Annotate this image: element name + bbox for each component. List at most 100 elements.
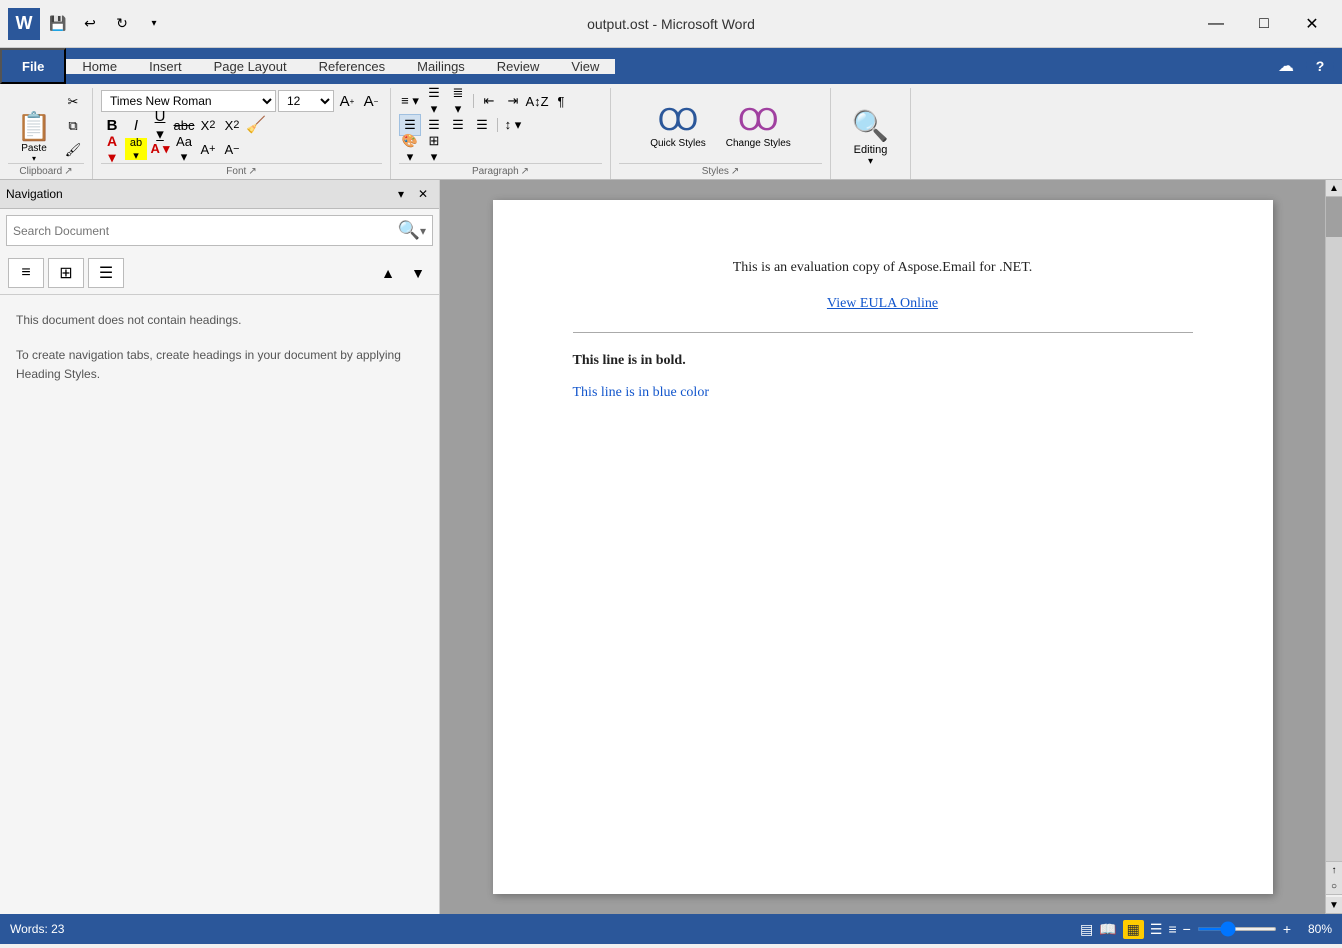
menu-file[interactable]: File [0, 48, 66, 84]
help-btn[interactable]: ? [1306, 52, 1334, 80]
increase-indent-btn[interactable]: ⇥ [502, 90, 524, 112]
numbering-btn[interactable]: ☰ ▾ [423, 90, 445, 112]
scroll-pagedown-btn[interactable]: ○ [1326, 878, 1342, 895]
document-area[interactable]: This is an evaluation copy of Aspose.Ema… [440, 180, 1325, 914]
cloud-btn[interactable]: ☁ [1272, 52, 1300, 80]
quick-styles-btn[interactable]: Ꝏ Quick Styles [642, 91, 714, 161]
undo-btn[interactable]: ↩ [76, 10, 104, 38]
font-expand[interactable]: ↗ [248, 166, 256, 177]
editing-btn[interactable]: 🔍 Editing ▾ [840, 103, 901, 173]
case-btn[interactable]: Aa ▾ [173, 138, 195, 160]
font-grow-btn[interactable]: A+ [336, 90, 358, 112]
scroll-down-btn[interactable]: ▼ [1326, 897, 1342, 914]
scroll-thumb[interactable] [1326, 197, 1342, 237]
search-input[interactable] [13, 224, 398, 238]
para-row-1: ≡ ▾ ☰ ▾ ≣ ▾ ⇤ ⇥ A↕Z ¶ [399, 90, 572, 112]
nav-pages-btn[interactable]: ⊞ [48, 258, 84, 288]
para-row-3: 🎨 ▾ ⊞ ▾ [399, 138, 445, 160]
redo-btn[interactable]: ↻ [108, 10, 136, 38]
font-row-1: Times New Roman 12 A+ A− [101, 90, 382, 112]
paste-icon: 📋 [17, 110, 52, 143]
change-styles-btn[interactable]: Ꝏ Change Styles [718, 91, 799, 161]
styles-label: Styles ↗ [619, 163, 822, 179]
font-content: Times New Roman 12 A+ A− B I U ▾ abc X2 … [101, 90, 382, 161]
text-color2-btn[interactable]: A ▾ [149, 138, 171, 160]
underline-btn[interactable]: U ▾ [149, 114, 171, 136]
line-spacing-btn[interactable]: ↕ ▾ [502, 114, 524, 136]
outline-btn[interactable]: ☰ [1150, 921, 1163, 938]
font-shrink2-btn[interactable]: A− [221, 138, 243, 160]
tab-references[interactable]: References [303, 59, 401, 74]
nav-next-btn[interactable]: ▼ [405, 262, 431, 284]
font-color-btn[interactable]: A ▾ [101, 138, 123, 160]
clear-format-btn[interactable]: 🧹 [245, 114, 267, 136]
ribbon-paragraph-group: ≡ ▾ ☰ ▾ ≣ ▾ ⇤ ⇥ A↕Z ¶ ☰ ☰ ☰ ☰ ↕ ▾ 🎨 ▾ ⊞ … [391, 88, 611, 179]
tab-review[interactable]: Review [481, 59, 556, 74]
status-right: ▤ 📖 ▦ ☰ ≡ − + 80% [1080, 920, 1332, 939]
decrease-indent-btn[interactable]: ⇤ [478, 90, 500, 112]
maximize-btn[interactable]: □ [1242, 9, 1286, 39]
scroll-track[interactable] [1326, 197, 1342, 861]
document-page: This is an evaluation copy of Aspose.Ema… [493, 200, 1273, 894]
tab-home[interactable]: Home [66, 59, 133, 74]
shading-btn[interactable]: 🎨 ▾ [399, 138, 421, 160]
format-painter-btn[interactable]: 🖌 [62, 139, 84, 161]
styles-expand[interactable]: ↗ [731, 166, 739, 177]
paragraph-expand[interactable]: ↗ [521, 166, 529, 177]
full-reading-btn[interactable]: 📖 [1099, 921, 1116, 938]
nav-close-btn[interactable]: ✕ [413, 184, 433, 204]
borders-btn[interactable]: ⊞ ▾ [423, 138, 445, 160]
nav-prev-btn[interactable]: ▲ [375, 262, 401, 284]
scroll-up-btn[interactable]: ▲ [1326, 180, 1342, 197]
vertical-scrollbar[interactable]: ▲ ↑ ○ ▼ [1325, 180, 1342, 914]
nav-panel-title: Navigation [6, 187, 63, 201]
tab-view[interactable]: View [555, 59, 615, 74]
italic-btn[interactable]: I [125, 114, 147, 136]
para-sep-1 [473, 94, 474, 108]
ribbon-clipboard-group: 📋 Paste ▾ ✂ ⧉ 🖌 Clipboard ↗ [0, 88, 93, 179]
font-grow2-btn[interactable]: A+ [197, 138, 219, 160]
search-btn[interactable]: 🔍 [398, 220, 420, 241]
copy-btn[interactable]: ⧉ [62, 115, 84, 137]
bullets-btn[interactable]: ≡ ▾ [399, 90, 421, 112]
zoom-in-btn[interactable]: + [1283, 921, 1291, 937]
nav-dropdown-btn[interactable]: ▾ [391, 184, 411, 204]
align-right-btn[interactable]: ☰ [447, 114, 469, 136]
sort-btn[interactable]: A↕Z [526, 90, 548, 112]
zoom-out-btn[interactable]: − [1183, 921, 1191, 937]
multilevel-btn[interactable]: ≣ ▾ [447, 90, 469, 112]
nav-no-headings-hint: To create navigation tabs, create headin… [16, 346, 423, 384]
eula-link[interactable]: View EULA Online [827, 296, 938, 311]
para-sep-2 [497, 118, 498, 132]
save-quick-btn[interactable]: 💾 [44, 10, 72, 38]
justify-btn[interactable]: ☰ [471, 114, 493, 136]
quick-access-dropdown[interactable]: ▾ [140, 10, 168, 38]
web-layout-btn[interactable]: ▦ [1123, 920, 1144, 939]
editing-icon: 🔍 [852, 109, 889, 144]
print-layout-btn[interactable]: ▤ [1080, 921, 1093, 938]
scroll-pageup-btn[interactable]: ↑ [1326, 861, 1342, 878]
close-btn[interactable]: ✕ [1290, 9, 1334, 39]
paste-btn[interactable]: 📋 Paste ▾ [8, 111, 60, 161]
ribbon-font-group: Times New Roman 12 A+ A− B I U ▾ abc X2 … [93, 88, 391, 179]
highlight-btn[interactable]: ab ▾ [125, 138, 147, 160]
font-name-select[interactable]: Times New Roman [101, 90, 276, 112]
clipboard-expand[interactable]: ↗ [64, 166, 72, 177]
tab-insert[interactable]: Insert [133, 59, 198, 74]
minimize-btn[interactable]: — [1194, 9, 1238, 39]
paragraph-content: ≡ ▾ ☰ ▾ ≣ ▾ ⇤ ⇥ A↕Z ¶ ☰ ☰ ☰ ☰ ↕ ▾ 🎨 ▾ ⊞ … [399, 90, 602, 161]
draft-btn[interactable]: ≡ [1168, 921, 1176, 937]
zoom-slider[interactable] [1197, 927, 1277, 931]
superscript-btn[interactable]: X2 [221, 114, 243, 136]
cut-btn[interactable]: ✂ [62, 91, 84, 113]
show-para-btn[interactable]: ¶ [550, 90, 572, 112]
nav-results-btn[interactable]: ☰ [88, 258, 124, 288]
subscript-btn[interactable]: X2 [197, 114, 219, 136]
search-options-btn[interactable]: ▾ [420, 224, 426, 238]
font-shrink-btn[interactable]: A− [360, 90, 382, 112]
font-size-select[interactable]: 12 [278, 90, 334, 112]
tab-page-layout[interactable]: Page Layout [198, 59, 303, 74]
quick-styles-icon: Ꝏ [658, 103, 699, 138]
nav-headings-btn[interactable]: ≡ [8, 258, 44, 288]
tab-mailings[interactable]: Mailings [401, 59, 481, 74]
